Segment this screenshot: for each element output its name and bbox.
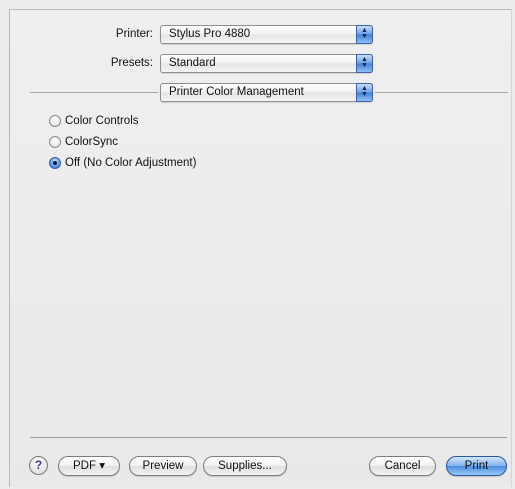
radio-option-color-controls[interactable]: Color Controls bbox=[49, 115, 139, 127]
radio-option-off[interactable]: Off (No Color Adjustment) bbox=[49, 157, 196, 169]
pdf-menu-button[interactable]: PDF ▾ bbox=[58, 456, 120, 476]
up-down-arrows-icon: ▲ ▼ bbox=[356, 83, 373, 102]
printer-popup-value: Stylus Pro 4880 bbox=[169, 28, 251, 40]
printer-label: Printer: bbox=[115, 28, 153, 40]
radio-option-colorsync[interactable]: ColorSync bbox=[49, 136, 118, 148]
help-button[interactable]: ? bbox=[29, 456, 48, 475]
radio-option-label: ColorSync bbox=[65, 136, 119, 148]
radio-option-label: Off (No Color Adjustment) bbox=[65, 157, 197, 169]
section-divider-right bbox=[375, 92, 508, 93]
preview-button[interactable]: Preview bbox=[129, 456, 197, 476]
section-popup-value: Printer Color Management bbox=[169, 86, 304, 98]
radio-option-label: Color Controls bbox=[65, 115, 139, 127]
up-down-arrows-icon: ▲ ▼ bbox=[356, 25, 373, 44]
section-divider-left bbox=[30, 92, 158, 93]
radio-button-icon[interactable] bbox=[49, 115, 61, 127]
radio-button-selected-icon[interactable] bbox=[49, 157, 61, 169]
cancel-button[interactable]: Cancel bbox=[369, 456, 436, 476]
bottom-divider bbox=[30, 437, 507, 438]
printer-popup[interactable]: Stylus Pro 4880 ▲ ▼ bbox=[160, 25, 373, 44]
section-popup[interactable]: Printer Color Management ▲ ▼ bbox=[160, 83, 373, 102]
radio-button-icon[interactable] bbox=[49, 136, 61, 148]
supplies-button[interactable]: Supplies... bbox=[203, 456, 287, 476]
presets-popup[interactable]: Standard ▲ ▼ bbox=[160, 54, 373, 73]
print-button[interactable]: Print bbox=[446, 456, 507, 476]
up-down-arrows-icon: ▲ ▼ bbox=[356, 54, 373, 73]
presets-label: Presets: bbox=[110, 57, 153, 69]
presets-popup-value: Standard bbox=[169, 57, 216, 69]
question-mark-icon: ? bbox=[34, 458, 43, 472]
print-dialog-panel bbox=[9, 9, 512, 487]
